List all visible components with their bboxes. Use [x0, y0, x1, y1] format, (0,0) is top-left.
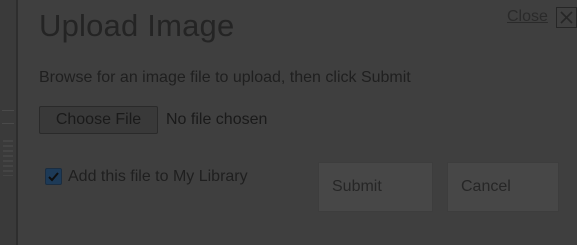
close-link[interactable]: Close	[507, 8, 548, 26]
choose-file-button[interactable]: Choose File	[39, 106, 158, 134]
background-page-edge	[0, 0, 16, 245]
close-icon[interactable]	[556, 7, 577, 28]
file-status-text: No file chosen	[166, 111, 268, 128]
submit-button[interactable]: Submit	[318, 162, 433, 212]
background-divider	[2, 110, 14, 124]
dialog-title: Upload Image	[39, 8, 235, 43]
add-to-library-checkbox[interactable]	[45, 168, 62, 185]
upload-image-dialog: Upload Image Close Browse for an image f…	[18, 0, 577, 245]
add-to-library-label[interactable]: Add this file to My Library	[68, 168, 248, 186]
upload-instructions: Browse for an image file to upload, then…	[39, 69, 411, 86]
background-text-fragment	[3, 140, 13, 176]
cancel-button[interactable]: Cancel	[447, 162, 559, 212]
